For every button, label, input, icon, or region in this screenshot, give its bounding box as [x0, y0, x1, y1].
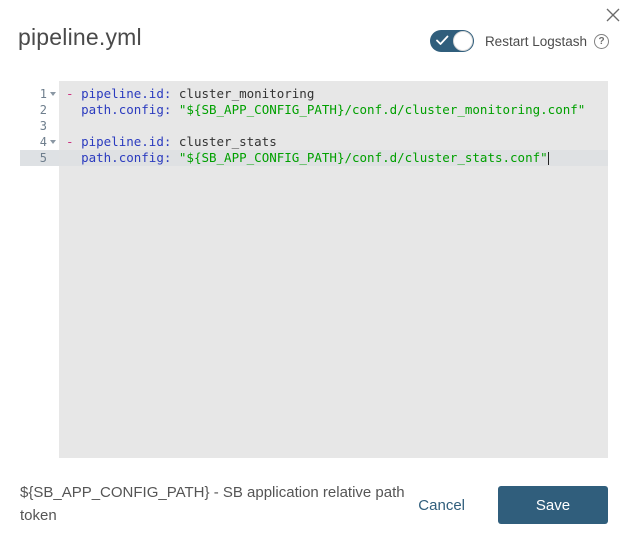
line-number: 5 — [20, 150, 59, 166]
code-line[interactable]: - pipeline.id: cluster_stats — [59, 134, 608, 150]
code-line[interactable]: path.config: "${SB_APP_CONFIG_PATH}/conf… — [59, 150, 608, 166]
fold-arrow-icon[interactable] — [50, 140, 56, 144]
close-icon[interactable] — [604, 6, 622, 24]
check-icon — [436, 35, 449, 45]
code-line[interactable]: path.config: "${SB_APP_CONFIG_PATH}/conf… — [59, 102, 608, 118]
path-token-hint: ${SB_APP_CONFIG_PATH} - SB application r… — [20, 484, 405, 524]
save-button[interactable]: Save — [498, 486, 608, 524]
close-x-glyph — [606, 8, 620, 22]
code-line[interactable]: - pipeline.id: cluster_monitoring — [59, 86, 608, 102]
toggle-knob — [452, 31, 473, 51]
fold-arrow-icon[interactable] — [50, 92, 56, 96]
footer-actions: Cancel Save — [418, 486, 608, 524]
help-icon[interactable]: ? — [594, 33, 609, 49]
header-controls: Restart Logstash ? — [429, 30, 609, 52]
modal-title: pipeline.yml — [18, 24, 142, 50]
editor-code[interactable]: - pipeline.id: cluster_monitoring path.c… — [59, 81, 608, 458]
line-number: 2 — [39, 103, 47, 117]
cancel-button[interactable]: Cancel — [418, 497, 465, 514]
text-cursor — [548, 152, 550, 165]
line-number: 3 — [39, 119, 47, 133]
line-number: 1 — [20, 86, 59, 102]
code-line[interactable] — [59, 118, 608, 134]
code-editor[interactable]: 12 345 - pipeline.id: cluster_monitoring … — [20, 81, 608, 458]
editor-gutter: 12 345 — [20, 81, 59, 458]
restart-logstash-label: Restart Logstash — [484, 33, 587, 49]
restart-logstash-toggle[interactable] — [429, 30, 474, 52]
line-number: 4 — [20, 134, 59, 150]
